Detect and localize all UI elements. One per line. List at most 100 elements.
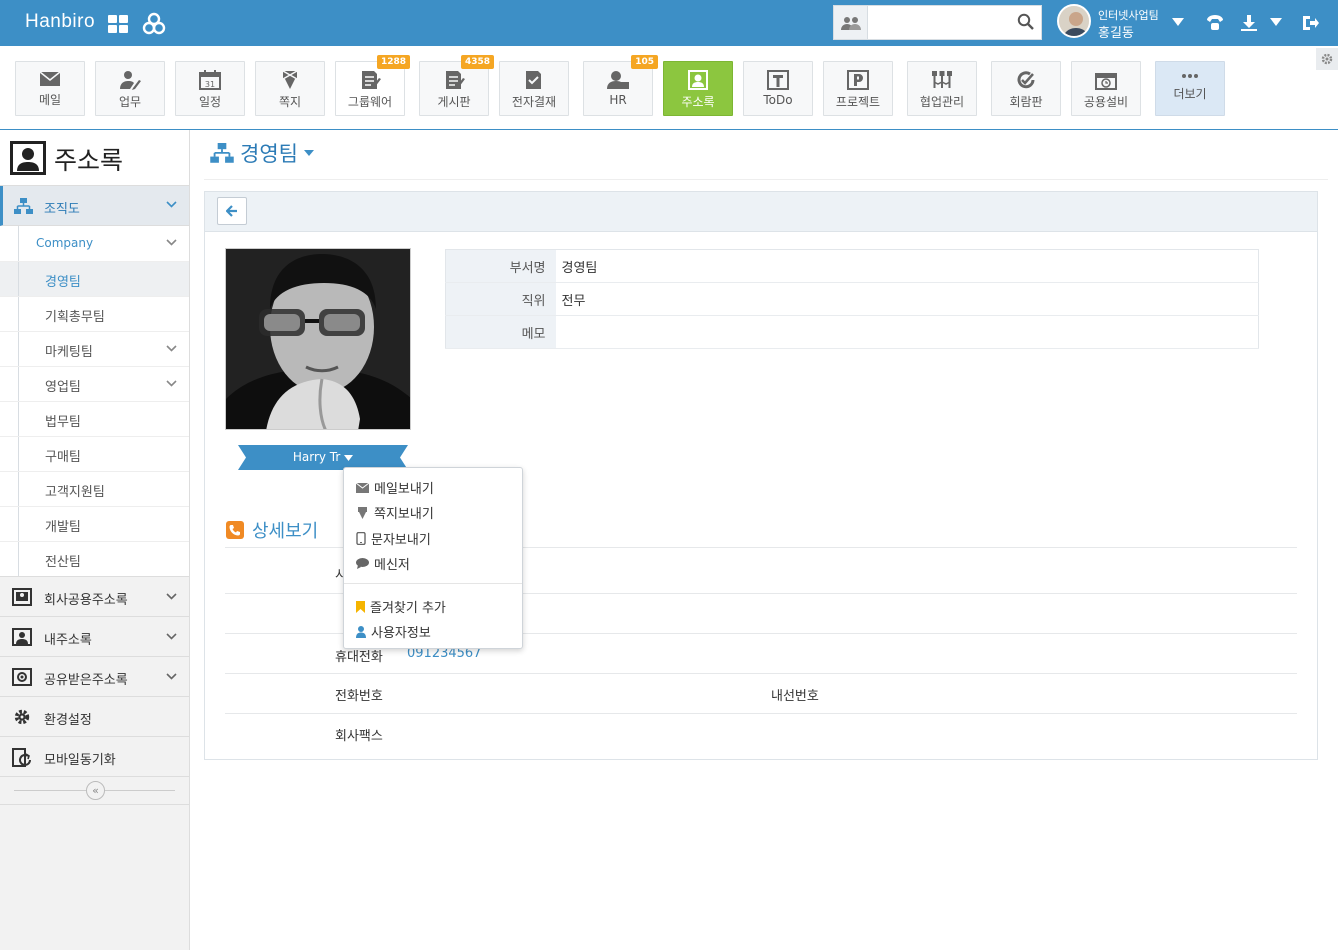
shared-addressbook-icon <box>12 668 32 686</box>
apps-grid-icon[interactable] <box>108 15 129 34</box>
addressbook-icon <box>10 141 46 175</box>
tree-item-team[interactable]: 경영팀 <box>0 262 189 297</box>
chevron-down-icon <box>166 201 177 208</box>
more-icon <box>1182 74 1198 78</box>
hr-badge: 105 <box>631 55 658 69</box>
tree-connector <box>18 262 19 296</box>
sidebar-item-my-addressbook[interactable]: 내주소록 <box>0 617 189 657</box>
collab-icon <box>932 71 952 88</box>
mobile-phone-icon <box>356 532 366 545</box>
project-icon <box>847 70 869 90</box>
menu-item-user-info[interactable]: 사용자정보 <box>356 622 431 641</box>
toolbar-todo-button[interactable]: ToDo <box>743 61 813 116</box>
toolbar-board-button[interactable]: 게시판 4358 <box>419 55 494 116</box>
download-caret-icon[interactable] <box>1270 18 1282 26</box>
toolbar-mail-button[interactable]: 메일 <box>15 61 85 116</box>
menu-item-send-sms[interactable]: 문자보내기 <box>356 529 431 548</box>
sidebar-item-settings[interactable]: 환경설정 <box>0 697 189 737</box>
toolbar-facility-button[interactable]: 공용설비 <box>1071 61 1141 116</box>
phone-icon[interactable] <box>1205 14 1225 32</box>
person-action-menu: 메일보내기 쪽지보내기 문자보내기 메신저 즐겨찾기 추가 사용자정보 <box>343 467 523 649</box>
bookmark-icon <box>356 600 365 613</box>
circular-icon <box>1017 71 1035 89</box>
org-chart-icon <box>14 198 33 214</box>
tree-connector <box>18 297 19 331</box>
sidebar-title: 주소록 <box>54 146 124 175</box>
info-row: 부서명 경영팀 <box>445 249 1259 283</box>
extension-label: 내선번호 <box>771 689 819 704</box>
sidebar-item-mobile-sync[interactable]: 모바일동기화 <box>0 737 189 777</box>
user-menu-caret-icon[interactable] <box>1172 18 1184 26</box>
tree-item-team[interactable]: 구매팀 <box>0 437 189 472</box>
phone-book-icon <box>226 521 244 539</box>
toolbar-collab-button[interactable]: 협업관리 <box>907 61 977 116</box>
search-input[interactable] <box>870 10 1010 34</box>
tree-item-team[interactable]: 마케팅팀 <box>0 332 189 367</box>
sidebar-collapse: « <box>0 777 189 805</box>
toolbar-memo-button[interactable]: 쪽지 <box>255 61 325 116</box>
chat-bubble-icon <box>356 558 369 569</box>
toolbar-hr-button[interactable]: HR 105 <box>583 55 658 116</box>
download-icon[interactable] <box>1240 14 1258 32</box>
gear-icon <box>14 709 30 725</box>
tree-item-team[interactable]: 기획총무팀 <box>0 297 189 332</box>
menu-item-send-mail[interactable]: 메일보내기 <box>356 478 434 497</box>
sync-icon <box>12 748 31 767</box>
tree-item-team[interactable]: 개발팀 <box>0 507 189 542</box>
tree-item-team[interactable]: 법무팀 <box>0 402 189 437</box>
addressbook-icon <box>688 70 708 90</box>
sidebar-item-shared-received[interactable]: 공유받은주소록 <box>0 657 189 697</box>
task-icon <box>120 71 141 90</box>
sidebar-item-org-chart[interactable]: 조직도 <box>0 186 189 226</box>
menu-separator <box>344 583 522 584</box>
sidebar: 주소록 조직도 Company 경영팀 기획총무팀 마케팅팀 영업팀 법무팀 구… <box>0 130 190 950</box>
tree-connector <box>18 437 19 471</box>
search-icon[interactable] <box>1017 13 1035 31</box>
toolbar-groupware-button[interactable]: 그룹웨어 1288 <box>335 55 410 116</box>
back-button[interactable] <box>217 197 247 225</box>
menu-item-send-memo[interactable]: 쪽지보내기 <box>356 503 434 522</box>
toolbar-task-button[interactable]: 업무 <box>95 61 165 116</box>
info-row: 메모 <box>445 315 1259 349</box>
tree-item-team[interactable]: 영업팀 <box>0 367 189 402</box>
arrow-left-icon <box>226 205 237 217</box>
menu-item-messenger[interactable]: 메신저 <box>356 554 410 573</box>
user-group-icon[interactable] <box>834 6 868 39</box>
toolbar-calendar-button[interactable]: 31 일정 <box>175 61 245 116</box>
groupware-icon <box>362 71 381 89</box>
menu-item-add-favorite[interactable]: 즐겨찾기 추가 <box>356 597 446 616</box>
collapse-sidebar-button[interactable]: « <box>86 781 105 800</box>
mail-icon <box>39 71 61 86</box>
chevron-down-icon[interactable] <box>166 345 177 352</box>
tree-item-team[interactable]: 고객지원팀 <box>0 472 189 507</box>
page-title-text: 경영팀 <box>240 142 298 166</box>
toolbar-project-button[interactable]: 프로젝트 <box>823 61 893 116</box>
calendar-icon: 31 <box>199 70 221 90</box>
sidebar-item-company-shared[interactable]: 회사공용주소록 <box>0 577 189 617</box>
page-title[interactable]: 경영팀 <box>210 138 314 168</box>
panel-toolbar <box>205 192 1317 232</box>
toolbar-addressbook-button[interactable]: 주소록 <box>663 61 733 116</box>
toolbar-approval-button[interactable]: 전자결재 <box>499 61 569 116</box>
brand-logo[interactable]: Hanbiro <box>25 11 95 33</box>
toolbar-settings-icon[interactable] <box>1316 48 1338 70</box>
tree-connector <box>18 367 19 401</box>
profile-photo <box>225 248 411 430</box>
chevron-down-icon[interactable] <box>166 380 177 387</box>
toolbar-circular-button[interactable]: 회람판 <box>991 61 1061 116</box>
tree-connector <box>18 402 19 436</box>
org-tree: Company 경영팀 기획총무팀 마케팅팀 영업팀 법무팀 구매팀 고객지원팀… <box>0 226 189 577</box>
detail-section-title: 상세보기 <box>226 517 318 543</box>
tree-connector <box>18 542 19 576</box>
tree-item-team[interactable]: 전산팀 <box>0 542 189 577</box>
tree-item-company[interactable]: Company <box>0 226 189 262</box>
approval-icon <box>526 71 541 89</box>
chevron-down-icon[interactable] <box>166 239 177 246</box>
tree-connector <box>18 472 19 506</box>
tree-connector <box>18 332 19 366</box>
hanbiro-ring-icon[interactable] <box>142 12 166 36</box>
logout-icon[interactable] <box>1301 14 1319 32</box>
toolbar-more-button[interactable]: 더보기 <box>1155 61 1225 116</box>
avatar[interactable] <box>1057 4 1091 38</box>
search-box <box>833 5 1042 40</box>
